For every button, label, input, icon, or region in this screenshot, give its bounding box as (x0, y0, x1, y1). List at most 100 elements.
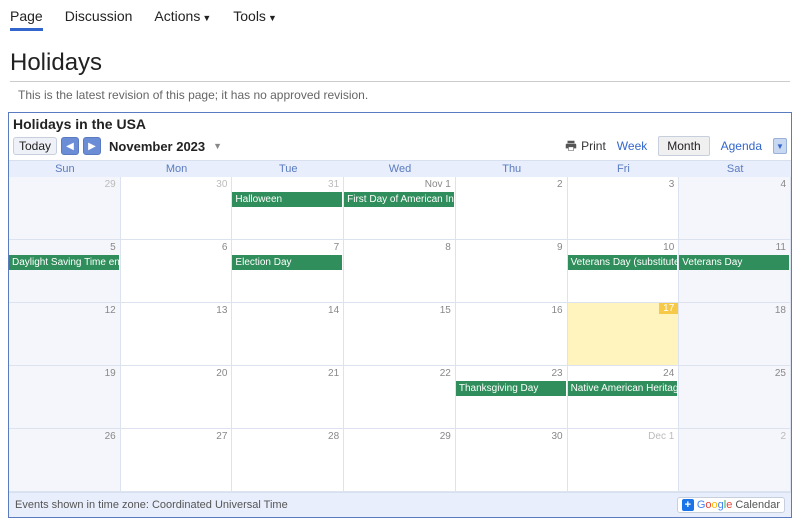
view-month-button[interactable]: Month (658, 136, 709, 156)
plus-icon: + (682, 499, 694, 511)
day-number: 31 (328, 179, 339, 190)
day-number: 26 (105, 431, 116, 442)
calendar-cell[interactable]: 7 Election Day (232, 240, 344, 303)
tab-tools[interactable]: Tools▼ (233, 8, 277, 31)
day-number: 8 (445, 242, 451, 253)
calendar-toolbar: Today ◀ ▶ November 2023 ▼ Print Week Mon… (9, 134, 791, 161)
calendar-event[interactable]: Veterans Day (substitute) (568, 255, 678, 270)
calendar-cell[interactable]: 5 Daylight Saving Time ends (9, 240, 121, 303)
gcal-label: Calendar (735, 499, 780, 511)
calendar-menu-button[interactable]: ▼ (773, 138, 787, 154)
calendar-cell[interactable]: 26 (9, 429, 121, 492)
calendar-event[interactable]: Native American Heritage (568, 381, 678, 396)
caret-down-icon: ▼ (268, 13, 277, 23)
calendar-cell[interactable]: 3 (568, 177, 680, 240)
calendar-cell[interactable]: 22 (344, 366, 456, 429)
day-number: 30 (551, 431, 562, 442)
day-number: 6 (222, 242, 228, 253)
calendar-cell[interactable]: 2 (456, 177, 568, 240)
calendar-event[interactable]: Election Day (232, 255, 342, 270)
calendar-grid: 293031HalloweenNov 1First Day of America… (9, 177, 791, 492)
calendar-cell[interactable]: 8 (344, 240, 456, 303)
tab-discussion[interactable]: Discussion (65, 8, 133, 31)
day-number: 24 (663, 368, 674, 379)
day-number: 12 (105, 305, 116, 316)
calendar-event[interactable]: Daylight Saving Time ends (9, 255, 119, 270)
calendar-event[interactable]: Veterans Day (679, 255, 789, 270)
caret-down-icon: ▼ (202, 13, 211, 23)
calendar-event[interactable]: Thanksgiving Day (456, 381, 566, 396)
calendar-cell[interactable]: Dec 1 (568, 429, 680, 492)
calendar-cell[interactable]: 25 (679, 366, 791, 429)
calendar-cell[interactable]: 17 (568, 303, 680, 366)
divider (10, 81, 790, 82)
calendar-cell[interactable]: 23 Thanksgiving Day (456, 366, 568, 429)
add-to-google-calendar-button[interactable]: + Google Calendar (677, 497, 785, 513)
next-button[interactable]: ▶ (83, 137, 101, 155)
day-number: 29 (105, 179, 116, 190)
calendar-cell[interactable]: 13 (121, 303, 233, 366)
calendar-cell[interactable]: 19 (9, 366, 121, 429)
calendar-cell[interactable]: 27 (121, 429, 233, 492)
dow-fri: Fri (568, 161, 680, 177)
calendar-cell[interactable]: 31 Halloween (232, 177, 344, 240)
day-number: 29 (440, 431, 451, 442)
calendar-cell[interactable]: 12 (9, 303, 121, 366)
prev-button[interactable]: ◀ (61, 137, 79, 155)
view-agenda-button[interactable]: Agenda (712, 136, 771, 156)
calendar-cell[interactable]: 9 (456, 240, 568, 303)
calendar-cell[interactable]: 6 (121, 240, 233, 303)
day-number: 2 (780, 431, 786, 442)
calendar-footer: Events shown in time zone: Coordinated U… (9, 492, 791, 517)
day-number: Dec 1 (648, 431, 674, 442)
print-icon (564, 139, 578, 153)
month-picker-caret-icon[interactable]: ▼ (213, 141, 222, 151)
calendar-cell[interactable]: 18 (679, 303, 791, 366)
calendar-event[interactable]: First Day of American Indian Heritage (344, 192, 454, 207)
day-number: 16 (551, 305, 562, 316)
calendar-cell[interactable]: 10Veterans Day (substitute) (568, 240, 680, 303)
calendar-title: Holidays in the USA (9, 113, 791, 134)
day-number: 2 (557, 179, 563, 190)
calendar-cell[interactable]: 2 (679, 429, 791, 492)
calendar-event[interactable]: Halloween (232, 192, 342, 207)
day-number: 22 (440, 368, 451, 379)
day-number: 5 (110, 242, 116, 253)
calendar-cell[interactable]: 29 (344, 429, 456, 492)
calendar-cell[interactable]: 21 (232, 366, 344, 429)
dow-sun: Sun (9, 161, 121, 177)
calendar-cell[interactable]: 15 (344, 303, 456, 366)
calendar-cell[interactable]: 30 (456, 429, 568, 492)
day-number: 18 (775, 305, 786, 316)
tab-tools-label: Tools (233, 8, 266, 24)
calendar-cell[interactable]: 16 (456, 303, 568, 366)
day-number: 13 (216, 305, 227, 316)
timezone-label: Events shown in time zone: Coordinated U… (15, 499, 288, 511)
tab-page[interactable]: Page (10, 8, 43, 31)
day-number: 23 (551, 368, 562, 379)
calendar-cell[interactable]: 20 (121, 366, 233, 429)
day-number: 21 (328, 368, 339, 379)
top-nav: Page Discussion Actions▼ Tools▼ (0, 0, 800, 31)
calendar-cell[interactable]: 4 (679, 177, 791, 240)
calendar-cell[interactable]: 29 (9, 177, 121, 240)
calendar-cell[interactable]: 11 Veterans Day (679, 240, 791, 303)
calendar-cell[interactable]: 30 (121, 177, 233, 240)
day-number: 7 (334, 242, 340, 253)
day-number: 11 (776, 242, 786, 253)
day-number: 28 (328, 431, 339, 442)
view-week-button[interactable]: Week (608, 136, 656, 156)
day-number: 27 (216, 431, 227, 442)
google-logo: Google (697, 499, 733, 511)
calendar-cell[interactable]: Nov 1First Day of American Indian Herita… (344, 177, 456, 240)
dow-wed: Wed (344, 161, 456, 177)
print-button[interactable]: Print (564, 139, 606, 153)
calendar-cell[interactable]: 14 (232, 303, 344, 366)
tab-actions[interactable]: Actions▼ (154, 8, 211, 31)
calendar-cell[interactable]: 24 Native American Heritage (568, 366, 680, 429)
calendar-cell[interactable]: 28 (232, 429, 344, 492)
revision-note: This is the latest revision of this page… (0, 88, 800, 112)
day-number: 9 (557, 242, 563, 253)
dow-thu: Thu (456, 161, 568, 177)
today-button[interactable]: Today (13, 137, 57, 155)
